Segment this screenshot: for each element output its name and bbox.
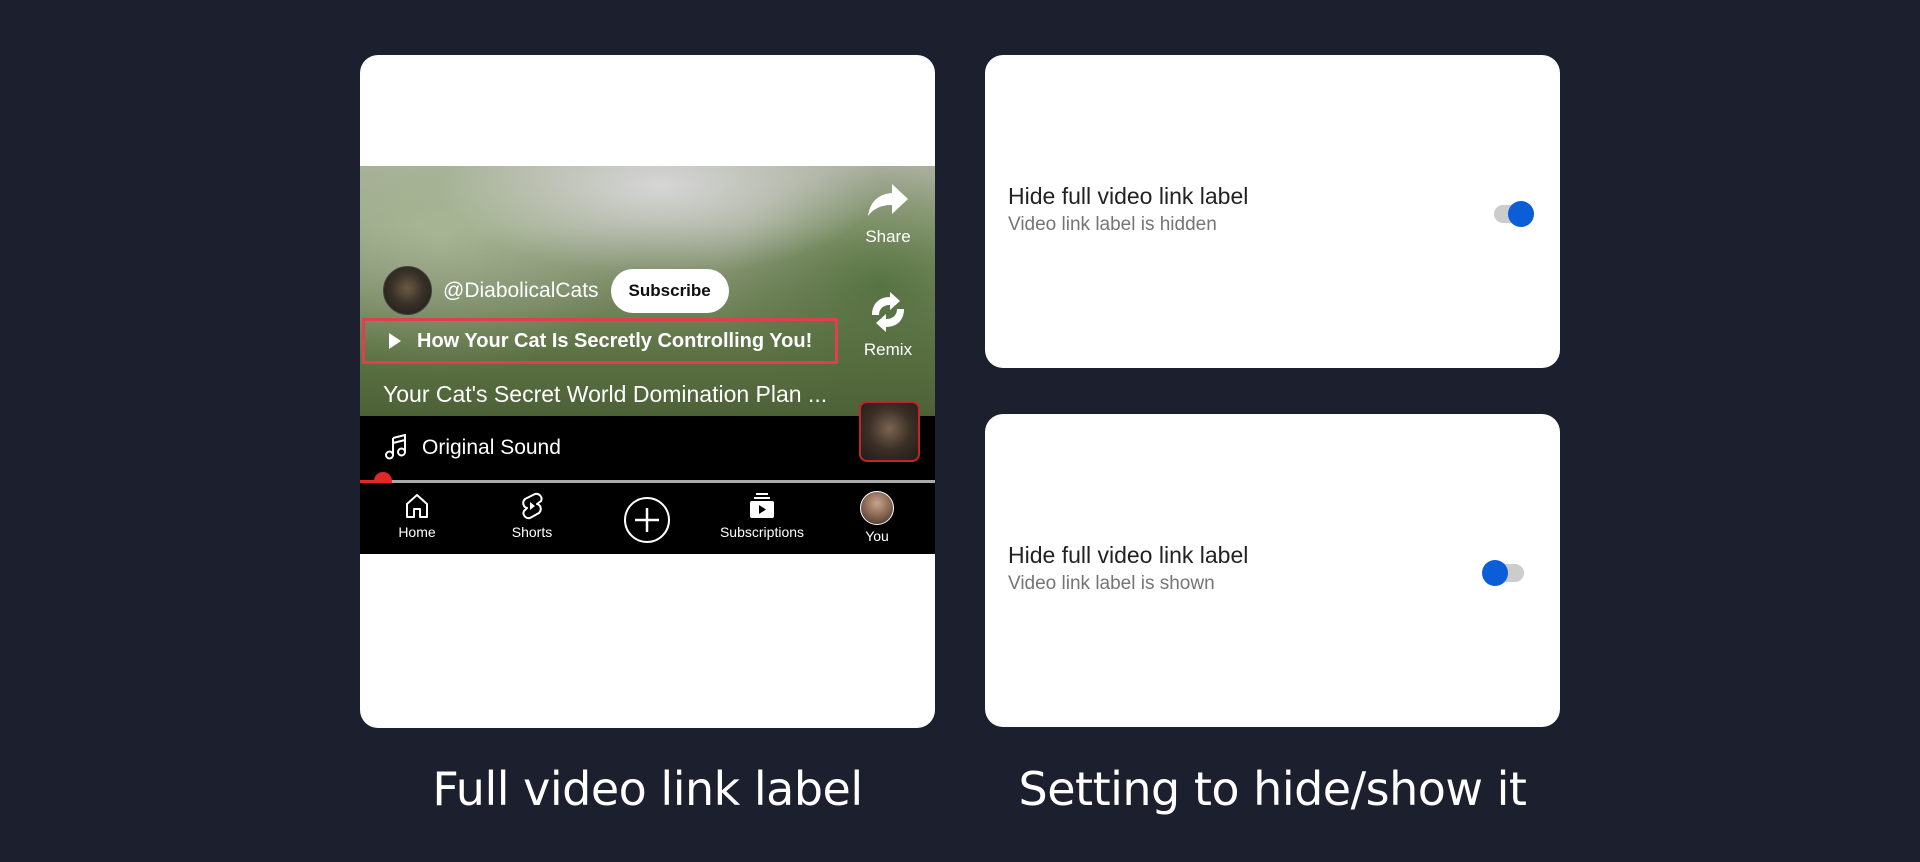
sound-thumbnail[interactable]: [859, 401, 920, 462]
nav-subscriptions[interactable]: Subscriptions: [707, 491, 817, 540]
remix-label: Remix: [863, 340, 913, 359]
full-video-link-text: How Your Cat Is Secretly Controlling You…: [417, 329, 813, 352]
music-note-icon: [385, 434, 406, 460]
setting-card-enabled: Hide full video link label Video link la…: [985, 55, 1560, 368]
channel-name[interactable]: @DiabolicalCats: [443, 279, 599, 303]
subscriptions-icon: [750, 493, 774, 518]
share-button[interactable]: Share: [853, 180, 923, 247]
full-video-link-label[interactable]: How Your Cat Is Secretly Controlling You…: [362, 318, 838, 364]
channel-avatar[interactable]: [383, 266, 432, 315]
plus-icon: [624, 497, 670, 543]
share-label: Share: [865, 227, 911, 246]
setting-row[interactable]: Hide full video link label Video link la…: [1008, 542, 1538, 595]
sound-bar[interactable]: Original Sound: [360, 401, 935, 480]
setting-title: Hide full video link label: [1008, 183, 1249, 209]
setting-card-disabled: Hide full video link label Video link la…: [985, 414, 1560, 727]
sound-label: Original Sound: [422, 436, 561, 459]
subscribe-button[interactable]: Subscribe: [610, 268, 729, 313]
channel-row: @DiabolicalCats Subscribe: [383, 266, 729, 315]
remix-button[interactable]: Remix: [853, 291, 923, 360]
nav-subscriptions-label: Subscriptions: [719, 524, 805, 540]
toggle-switch[interactable]: [1482, 560, 1526, 586]
play-icon: [389, 333, 401, 349]
share-icon: [868, 184, 908, 216]
nav-shorts-label: Shorts: [511, 524, 553, 540]
nav-you-label: You: [865, 528, 889, 544]
create-button[interactable]: [592, 496, 702, 547]
toggle-thumb: [1508, 201, 1534, 227]
setting-subtitle: Video link label is shown: [1008, 573, 1215, 594]
user-avatar: [860, 491, 894, 525]
caption-setting: Setting to hide/show it: [1018, 762, 1527, 816]
setting-title: Hide full video link label: [1008, 542, 1249, 568]
caption-full-video-link: Full video link label: [432, 762, 863, 816]
nav-home-label: Home: [398, 524, 436, 540]
setting-subtitle: Video link label is hidden: [1008, 214, 1217, 235]
video-title[interactable]: Your Cat's Secret World Domination Plan …: [383, 381, 827, 408]
nav-home[interactable]: Home: [362, 491, 472, 540]
shorts-icon: [522, 492, 543, 520]
toggle-thumb: [1482, 560, 1508, 586]
shorts-player: Share Remix @DiabolicalCats Subscribe Ho…: [360, 166, 935, 554]
bottom-navigation: Home Shorts Subscriptions You: [360, 483, 935, 554]
toggle-switch[interactable]: [1492, 201, 1534, 227]
setting-row[interactable]: Hide full video link label Video link la…: [1008, 183, 1538, 236]
shorts-preview-card: Share Remix @DiabolicalCats Subscribe Ho…: [360, 55, 935, 728]
nav-shorts[interactable]: Shorts: [477, 491, 587, 540]
nav-you[interactable]: You: [822, 491, 932, 544]
remix-icon: [872, 292, 904, 332]
home-icon: [406, 494, 428, 518]
